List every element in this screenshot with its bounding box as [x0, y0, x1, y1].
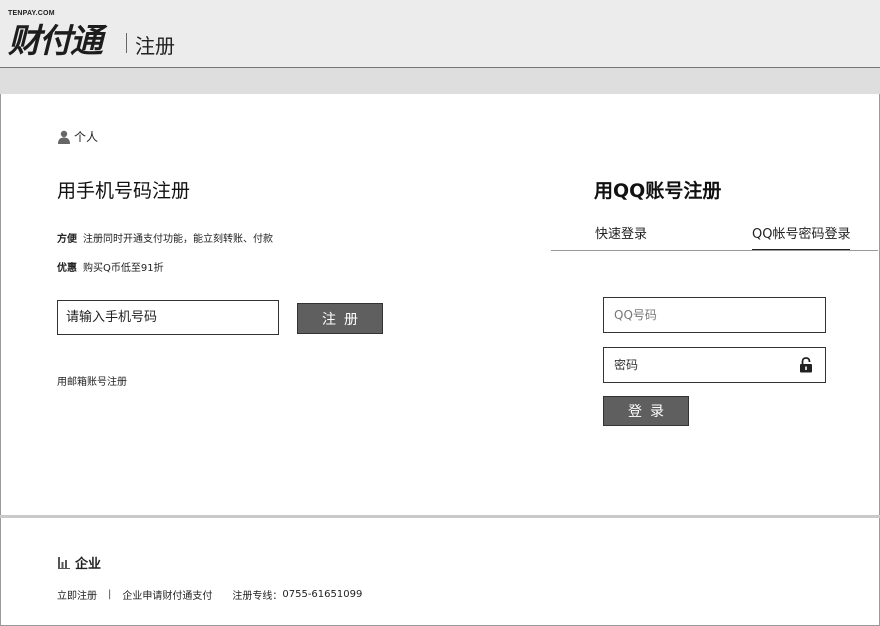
page-title: 注册: [135, 34, 175, 58]
personal-label-text: 个人: [74, 130, 99, 144]
user-icon: [58, 130, 70, 144]
perk-text: 购买Q币低至91折: [83, 263, 164, 274]
tab-quick-login[interactable]: 快速登录: [595, 223, 647, 242]
qq-number-input[interactable]: [603, 297, 826, 333]
perk-text: 注册同时开通支付功能，能立刻转账、付款: [83, 234, 273, 245]
phone-number-input[interactable]: [57, 300, 279, 335]
tenpay-logo[interactable]: TENPAY.COM 财付通: [8, 10, 123, 60]
enterprise-section-label: 企业: [58, 553, 101, 572]
qq-register-heading: 用QQ账号注册: [594, 176, 721, 203]
login-button[interactable]: 登录: [603, 396, 689, 426]
header: TENPAY.COM 财付通 注册: [0, 0, 880, 68]
phone-register-heading: 用手机号码注册: [57, 180, 191, 202]
header-divider: [126, 33, 127, 53]
header-band: [0, 68, 880, 94]
enterprise-apply-link[interactable]: 企业申请财付通支付: [122, 587, 212, 602]
tabs-divider: [551, 250, 878, 251]
register-now-link[interactable]: 立即注册: [57, 587, 97, 602]
unlock-icon[interactable]: [799, 357, 813, 373]
perk-key: 优惠: [57, 263, 77, 274]
qq-heading-brand: QQ: [613, 180, 646, 202]
register-button[interactable]: 注册: [297, 303, 383, 334]
perk-key: 方便: [57, 234, 77, 245]
password-field: [603, 347, 826, 383]
password-input[interactable]: [604, 348, 814, 382]
personal-section-label: 个人: [58, 128, 98, 145]
qq-heading-suffix: 账号注册: [645, 180, 722, 202]
enterprise-label-text: 企业: [75, 557, 102, 572]
qq-heading-prefix: 用: [594, 180, 614, 202]
perk-convenience: 方便 注册同时开通支付功能，能立刻转账、付款: [57, 230, 273, 245]
bar-chart-icon: [58, 556, 70, 569]
perk-discount: 优惠 购买Q币低至91折: [57, 259, 164, 274]
section-separator: [0, 515, 880, 518]
logo-wordmark: 财付通: [8, 21, 103, 60]
link-separator: |: [108, 589, 112, 600]
tab-password-login[interactable]: QQ帐号密码登录: [752, 223, 851, 251]
hotline-label: 注册专线：: [232, 591, 283, 602]
enterprise-links: 立即注册 | 企业申请财付通支付 注册专线： 0755-61651099: [57, 587, 362, 602]
email-register-link[interactable]: 用邮箱账号注册: [57, 373, 127, 388]
hotline-number: 0755-61651099: [282, 589, 363, 600]
